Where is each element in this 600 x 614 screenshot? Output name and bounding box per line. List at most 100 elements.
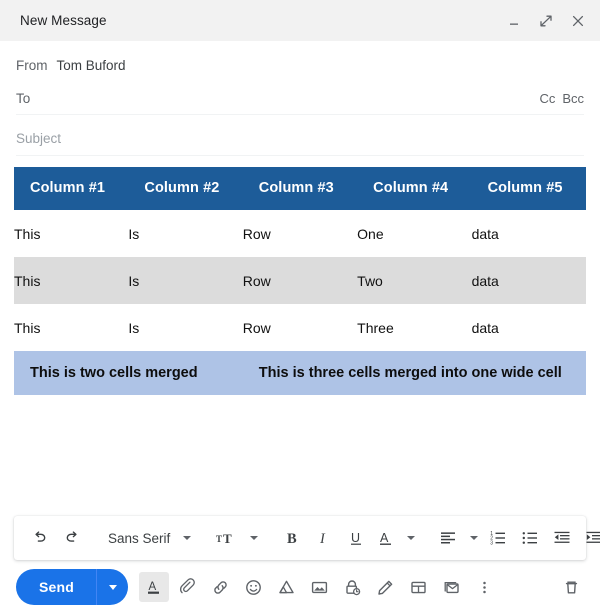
numbered-list-icon: 1 2 3	[490, 531, 506, 546]
undo-icon	[35, 531, 46, 542]
redo-icon	[66, 531, 77, 542]
formatting-toolbar: Sans Serif T T B I U A 1 2 3	[14, 516, 600, 560]
table-cell: data	[471, 319, 499, 336]
compose-window: New Message From Tom Buford To Cc Bcc Su…	[0, 0, 600, 614]
table-cell: Two	[357, 257, 472, 304]
column-header: Column #3	[242, 167, 358, 210]
table-head: Column #1 Column #2 Column #3 Column #4 …	[14, 167, 586, 210]
redo-button[interactable]	[56, 524, 88, 552]
window-controls	[504, 11, 588, 31]
discard-draft-button[interactable]	[556, 572, 586, 602]
expand-icon	[540, 15, 552, 26]
message-body[interactable]: Column #1 Column #2 Column #3 Column #4 …	[0, 156, 600, 516]
table-cell: Is	[128, 319, 140, 336]
to-row[interactable]: To Cc Bcc	[16, 83, 584, 115]
table-cell: This	[14, 257, 129, 304]
font-family-dropdown[interactable]: Sans Serif	[102, 531, 195, 546]
insert-signature-button[interactable]	[370, 572, 400, 602]
email-template-button[interactable]	[436, 572, 466, 602]
undo-button[interactable]	[24, 524, 56, 552]
chevron-down-icon	[407, 536, 416, 540]
from-value: Tom Buford	[56, 58, 126, 73]
bold-button[interactable]: B	[276, 524, 308, 552]
align-dropdown[interactable]	[433, 529, 482, 547]
table-cell: One	[357, 225, 384, 242]
expand-button[interactable]	[536, 11, 556, 31]
svg-text:A: A	[380, 531, 389, 545]
underline-button[interactable]: U	[340, 524, 372, 552]
column-header: Column #5	[471, 167, 586, 210]
insert-emoji-button[interactable]	[238, 572, 268, 602]
close-button[interactable]	[568, 11, 588, 31]
link-icon	[213, 580, 227, 594]
bulleted-list-icon	[522, 532, 538, 544]
font-size-icon: T T	[216, 531, 232, 546]
minimize-button[interactable]	[504, 11, 524, 31]
numbered-list-button[interactable]: 1 2 3	[482, 524, 514, 552]
table-cell: Three	[357, 319, 394, 336]
text-color-icon: A	[380, 531, 392, 545]
table-cell: Row	[242, 225, 271, 242]
merged-cell-three: This is three cells merged into one wide…	[242, 351, 586, 395]
minimize-icon	[510, 23, 518, 25]
from-row[interactable]: From Tom Buford	[16, 50, 584, 81]
font-size-dropdown[interactable]: T T	[209, 529, 262, 547]
confidential-mode-button[interactable]	[337, 572, 367, 602]
emoji-icon	[245, 579, 261, 595]
cc-bcc-group: Cc Bcc	[539, 91, 584, 106]
google-drive-icon	[278, 580, 294, 593]
subject-row[interactable]: Subject	[16, 122, 584, 156]
envelope-icon	[444, 581, 459, 593]
table-cell: This	[14, 319, 41, 336]
table-row: This Is Row Three data	[14, 304, 586, 351]
italic-icon: I	[319, 531, 326, 547]
table-cell: Row	[242, 257, 358, 304]
insert-photo-button[interactable]	[304, 572, 334, 602]
table-row: This Is Row Two data	[14, 257, 586, 304]
lock-clock-icon	[345, 579, 360, 595]
table-cell: Is	[128, 225, 140, 242]
chevron-down-icon	[250, 536, 259, 540]
send-options-button[interactable]	[97, 569, 128, 605]
pen-icon	[377, 580, 392, 595]
column-header: Column #4	[357, 167, 472, 210]
paperclip-icon	[179, 577, 195, 593]
bulleted-list-button[interactable]	[514, 524, 546, 552]
insert-table-button[interactable]	[403, 572, 433, 602]
insert-drive-file-button[interactable]	[271, 572, 301, 602]
underline-icon: U	[351, 531, 362, 545]
bold-icon: B	[287, 531, 297, 547]
recipient-fields: From Tom Buford To Cc Bcc Subject	[0, 41, 600, 156]
send-button[interactable]: Send	[16, 569, 96, 605]
to-input[interactable]: To	[16, 91, 30, 106]
svg-text:I: I	[319, 531, 326, 547]
svg-text:A: A	[149, 581, 157, 593]
table-row: This Is Row One data	[14, 210, 586, 257]
table-cell: data	[471, 225, 499, 242]
text-color-dropdown[interactable]: A	[372, 529, 419, 547]
table-merged-row: This is two cells merged This is three c…	[14, 351, 586, 395]
insert-link-button[interactable]	[205, 572, 235, 602]
trash-icon	[565, 581, 577, 593]
subject-input[interactable]: Subject	[16, 131, 61, 146]
more-options-button[interactable]	[469, 572, 499, 602]
table-cell: data	[471, 257, 586, 304]
indent-less-button[interactable]	[546, 524, 578, 552]
formatting-options-button[interactable]: A	[139, 572, 170, 602]
indent-less-icon	[554, 531, 570, 543]
send-button-group[interactable]: Send	[16, 569, 129, 605]
column-header: Column #1	[14, 167, 129, 210]
window-title: New Message	[20, 13, 107, 28]
attach-files-button[interactable]	[172, 572, 202, 602]
column-header: Column #2	[128, 167, 243, 210]
message-table: Column #1 Column #2 Column #3 Column #4 …	[14, 167, 586, 395]
table-header-row: Column #1 Column #2 Column #3 Column #4 …	[14, 167, 586, 210]
italic-button[interactable]: I	[308, 524, 340, 552]
table-cell: Row	[242, 319, 271, 336]
table-icon	[410, 581, 426, 593]
indent-more-button[interactable]	[578, 524, 600, 552]
cc-button[interactable]: Cc	[539, 91, 555, 106]
table-body: This Is Row One data This Is Row Two dat…	[14, 210, 586, 395]
compose-titlebar: New Message	[0, 0, 600, 41]
bcc-button[interactable]: Bcc	[562, 91, 584, 106]
